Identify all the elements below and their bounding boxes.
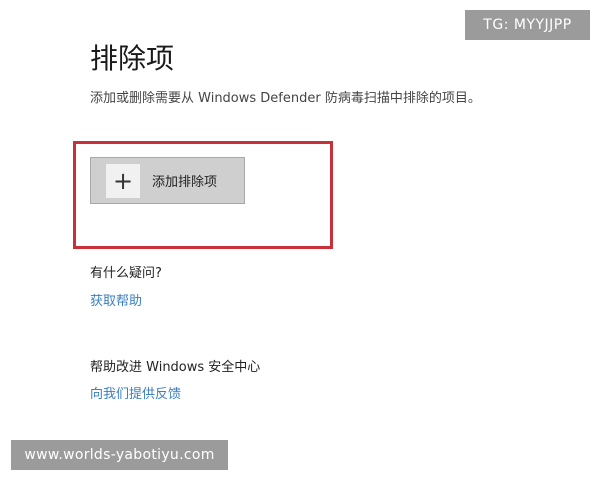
add-exclusion-label: 添加排除项	[152, 175, 218, 190]
get-help-link[interactable]: 获取帮助	[90, 290, 142, 309]
page-description: 添加或删除需要从 Windows Defender 防病毒扫描中排除的项目。	[90, 91, 481, 106]
exclusions-screen: TG: MYYJJPP 排除项 添加或删除需要从 Windows Defende…	[0, 0, 600, 480]
page-title: 排除项	[90, 42, 175, 75]
plus-icon: +	[106, 163, 140, 198]
watermark-top: TG: MYYJJPP	[465, 10, 590, 40]
help-heading: 有什么疑问?	[90, 266, 162, 281]
add-exclusion-button[interactable]: + 添加排除项	[90, 157, 245, 204]
watermark-bottom: www.worlds-yabotiyu.com	[11, 440, 228, 470]
feedback-link[interactable]: 向我们提供反馈	[90, 383, 181, 402]
improve-heading: 帮助改进 Windows 安全中心	[90, 360, 261, 375]
